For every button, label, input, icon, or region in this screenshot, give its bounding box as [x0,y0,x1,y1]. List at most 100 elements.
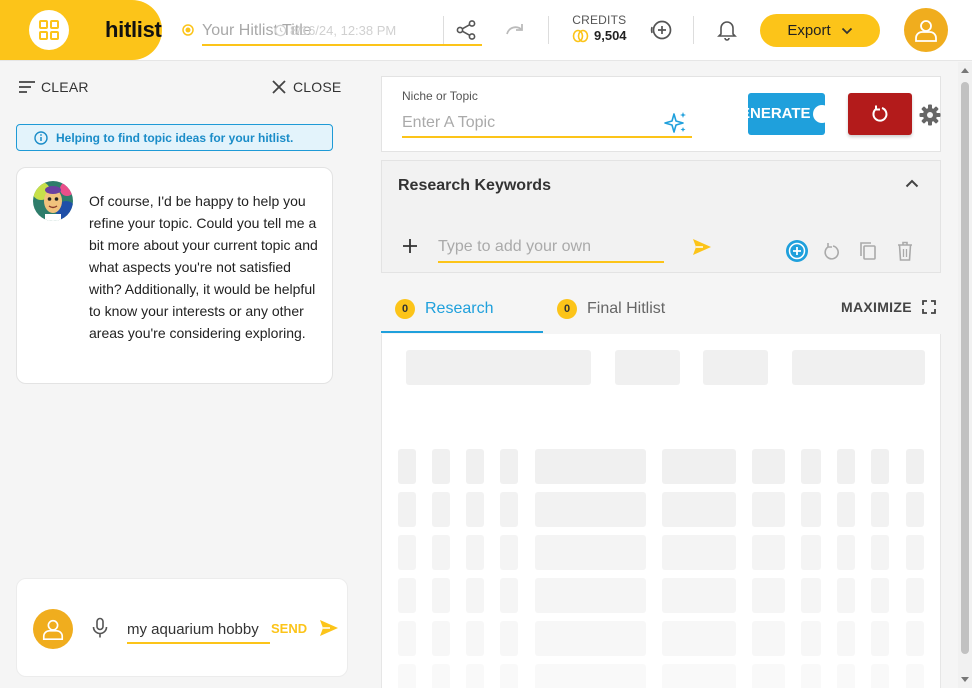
plus-icon[interactable] [402,238,418,254]
skeleton-cell [837,621,855,656]
topic-card: Niche or Topic ENERATE [381,76,941,152]
generate-button[interactable]: ENERATE [748,93,825,135]
skeleton-cell [500,492,518,527]
date-text: 8/16/24, 12:38 PM [290,23,397,38]
scroll-thumb[interactable] [961,82,969,654]
skeleton-cell [871,664,889,688]
skeleton-cell [837,449,855,484]
undo-icon[interactable] [823,241,841,261]
send-icon[interactable] [692,238,712,256]
microphone-button[interactable] [91,617,109,639]
skeleton-cell [535,664,646,688]
top-bar: hitlist 8/16/24, 12:38 PM CREDITS [0,0,972,61]
close-button[interactable]: CLOSE [272,79,341,95]
chat-message-input[interactable] [127,616,270,644]
export-label: Export [787,22,831,39]
skeleton-cell [837,664,855,688]
skeleton-cell [662,449,736,484]
skeleton-cell [432,492,450,527]
skeleton-cell [466,492,484,527]
tab-final-hitlist-label: Final Hitlist [587,300,666,317]
skeleton-cell [801,578,821,613]
skeleton-cell [752,664,785,688]
user-icon [915,20,937,42]
skeleton-cell [662,535,736,570]
skeleton-cell [398,664,416,688]
add-credits-button[interactable] [650,18,674,42]
skeleton-cell [432,535,450,570]
topic-label: Niche or Topic [402,89,478,103]
skeleton-cell [801,492,821,527]
chevron-up-icon[interactable] [905,179,919,188]
skeleton-cell [398,621,416,656]
skeleton-cell [500,535,518,570]
reset-button[interactable] [848,93,912,135]
topic-input[interactable] [402,109,692,138]
redo-button[interactable] [503,18,527,42]
skeleton-cell [432,449,450,484]
tab-final-hitlist[interactable]: 0 Final Hitlist [557,285,665,333]
send-button[interactable]: SEND [271,619,339,637]
hitlist-count-badge: 0 [557,299,577,319]
copy-icon[interactable] [859,241,877,261]
share-button[interactable] [454,18,478,42]
notifications-button[interactable] [715,18,739,42]
export-button[interactable]: Export [760,14,880,47]
clear-list-icon [19,81,35,93]
clear-button[interactable]: CLEAR [18,79,89,95]
profile-avatar-button[interactable] [904,8,948,52]
scroll-up-arrow[interactable] [961,68,969,73]
active-tab-indicator [381,331,543,333]
sparkle-icon[interactable] [664,111,688,135]
assistant-avatar [33,181,73,221]
skeleton-cell [871,449,889,484]
skeleton-cell [466,578,484,613]
trash-icon[interactable] [897,241,913,261]
skeleton-cell [906,621,924,656]
chat-input-card: SEND [16,578,348,677]
skeleton-cell [535,535,646,570]
apps-grid-button[interactable] [29,10,69,50]
user-icon [42,619,64,640]
results-area [381,334,941,688]
skeleton-cell [871,535,889,570]
close-label: CLOSE [293,79,342,95]
skeleton-block [792,350,925,385]
microphone-icon [92,617,108,638]
skeleton-cell [398,449,416,484]
skeleton-cell [906,449,924,484]
chevron-down-icon [841,27,852,34]
status-dot-icon [182,24,194,36]
skeleton-cell [432,621,450,656]
tab-research[interactable]: 0 Research [395,285,493,333]
research-keywords-panel: Research Keywords [381,160,941,273]
skeleton-cell [906,535,924,570]
grid-icon [39,20,59,40]
skeleton-cell [752,621,785,656]
skeleton-block [615,350,680,385]
keyword-input[interactable] [438,233,664,263]
skeleton-cell [466,664,484,688]
add-credits-icon [650,20,672,40]
skeleton-cell [535,578,646,613]
skeleton-cell [662,578,736,613]
skeleton-cell [500,621,518,656]
info-icon [34,130,48,145]
skeleton-cell [398,578,416,613]
clear-label: CLEAR [41,79,89,95]
brand-name: hitlist [105,17,162,42]
divider [548,16,549,44]
divider [443,16,444,44]
scroll-down-arrow[interactable] [961,677,969,682]
skeleton-cell [752,449,785,484]
maximize-button[interactable]: MAXIMIZE [841,299,936,315]
skeleton-cell [535,449,646,484]
add-circle-icon[interactable] [785,239,809,263]
skeleton-cell [752,492,785,527]
gear-icon[interactable] [919,104,941,126]
results-tabs: 0 Research 0 Final Hitlist MAXIMIZE [381,285,941,335]
scrollbar[interactable] [958,62,972,688]
credits-display: CREDITS 9,504 [572,13,626,43]
close-icon [272,80,286,94]
redo-icon [506,24,523,35]
